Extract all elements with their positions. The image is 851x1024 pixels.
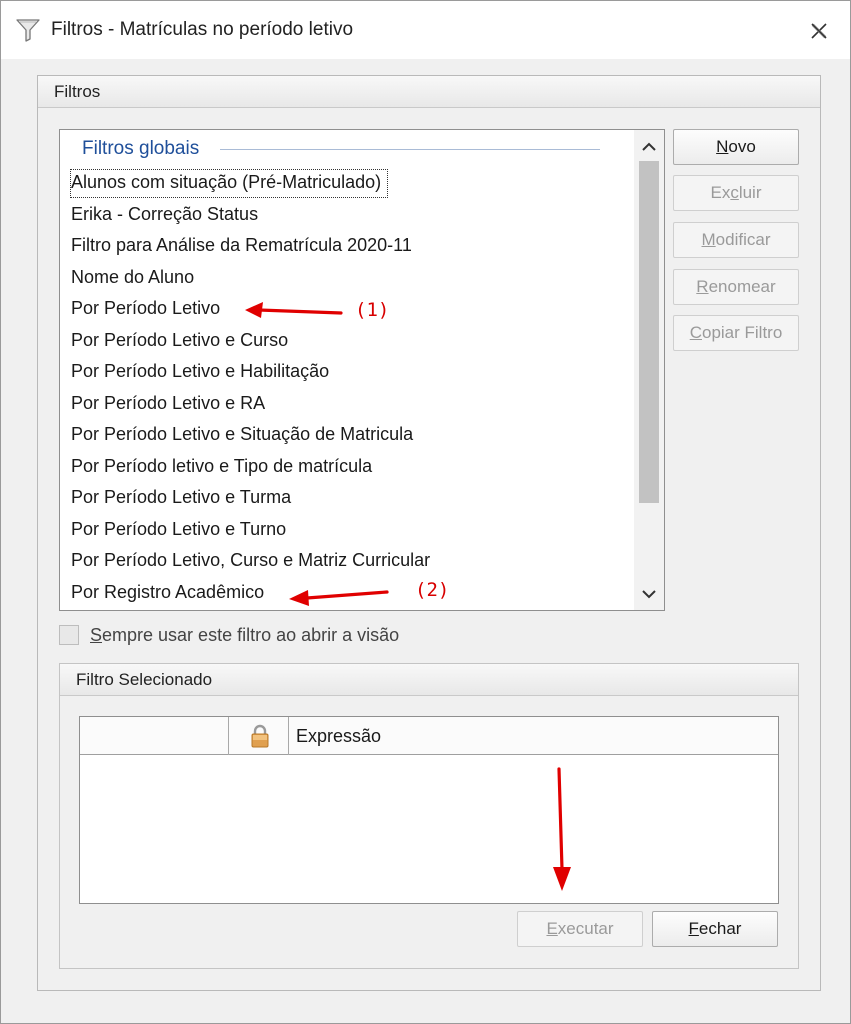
title-bar: Filtros - Matrículas no período letivo [1, 1, 850, 59]
excluir-button[interactable]: Excluir [673, 175, 799, 211]
novo-button[interactable]: Novo [673, 129, 799, 165]
list-item[interactable]: Por Período Letivo e RA [71, 391, 265, 418]
close-icon[interactable] [810, 22, 828, 40]
grid-header: Expressão [80, 717, 778, 755]
list-item[interactable]: Por Período Letivo e Curso [71, 328, 288, 355]
annotation-arrow-down [553, 767, 571, 891]
lock-icon [251, 724, 269, 748]
annotation-arrow-2 [289, 590, 389, 606]
grid-column-separator[interactable] [228, 717, 229, 755]
filter-dialog: Filtros - Matrículas no período letivo F… [0, 0, 851, 1024]
list-item[interactable]: Por Período Letivo e Turno [71, 517, 286, 544]
filters-groupbox-header: Filtros [38, 76, 820, 108]
modificar-button[interactable]: Modificar [673, 222, 799, 258]
list-item[interactable]: Nome do Aluno [71, 265, 194, 292]
scroll-thumb[interactable] [639, 161, 659, 503]
list-item[interactable]: Filtro para Análise da Rematrícula 2020-… [71, 233, 412, 260]
window-title: Filtros - Matrículas no período letivo [51, 19, 354, 40]
expression-column-header[interactable]: Expressão [296, 726, 381, 747]
chevron-up-icon[interactable] [634, 133, 664, 159]
annotation-label-1: (1) [355, 299, 390, 321]
selected-filter-groupbox-header: Filtro Selecionado [60, 664, 798, 696]
list-item[interactable]: Por Período Letivo e Habilitação [71, 359, 329, 386]
annotation-arrow-1 [245, 302, 343, 318]
always-use-filter-label[interactable]: Sempre usar este filtro ao abrir a visão [90, 625, 399, 646]
list-item[interactable]: Alunos com situação (Pré-Matriculado) [69, 169, 389, 198]
list-item[interactable]: Erika - Correção Status [71, 202, 258, 229]
filters-list[interactable]: Filtros globais Alunos com situação (Pré… [59, 129, 665, 611]
list-item[interactable]: Por Registro Acadêmico [71, 580, 264, 607]
list-item[interactable]: Por Período Letivo e Turma [71, 485, 291, 512]
executar-button[interactable]: Executar [517, 911, 643, 947]
copiar-filtro-button[interactable]: Copiar Filtro [673, 315, 799, 351]
funnel-icon [16, 19, 40, 42]
list-item[interactable]: Por Período Letivo e Situação de Matricu… [71, 422, 413, 449]
list-group-divider [220, 149, 600, 150]
list-scrollbar[interactable] [634, 130, 664, 610]
fechar-button[interactable]: Fechar [652, 911, 778, 947]
list-group-title: Filtros globais [82, 138, 200, 159]
list-item[interactable]: Por Período letivo e Tipo de matrícula [71, 454, 372, 481]
chevron-down-icon[interactable] [634, 581, 664, 607]
expression-grid[interactable]: Expressão [79, 716, 779, 904]
list-item[interactable]: Por Período Letivo, Curso e Matriz Curri… [71, 548, 430, 575]
list-item[interactable]: Por Período Letivo [71, 296, 220, 323]
annotation-label-2: (2) [415, 579, 450, 601]
always-use-filter-checkbox[interactable] [59, 625, 79, 645]
grid-column-separator[interactable] [288, 717, 289, 755]
renomear-button[interactable]: Renomear [673, 269, 799, 305]
